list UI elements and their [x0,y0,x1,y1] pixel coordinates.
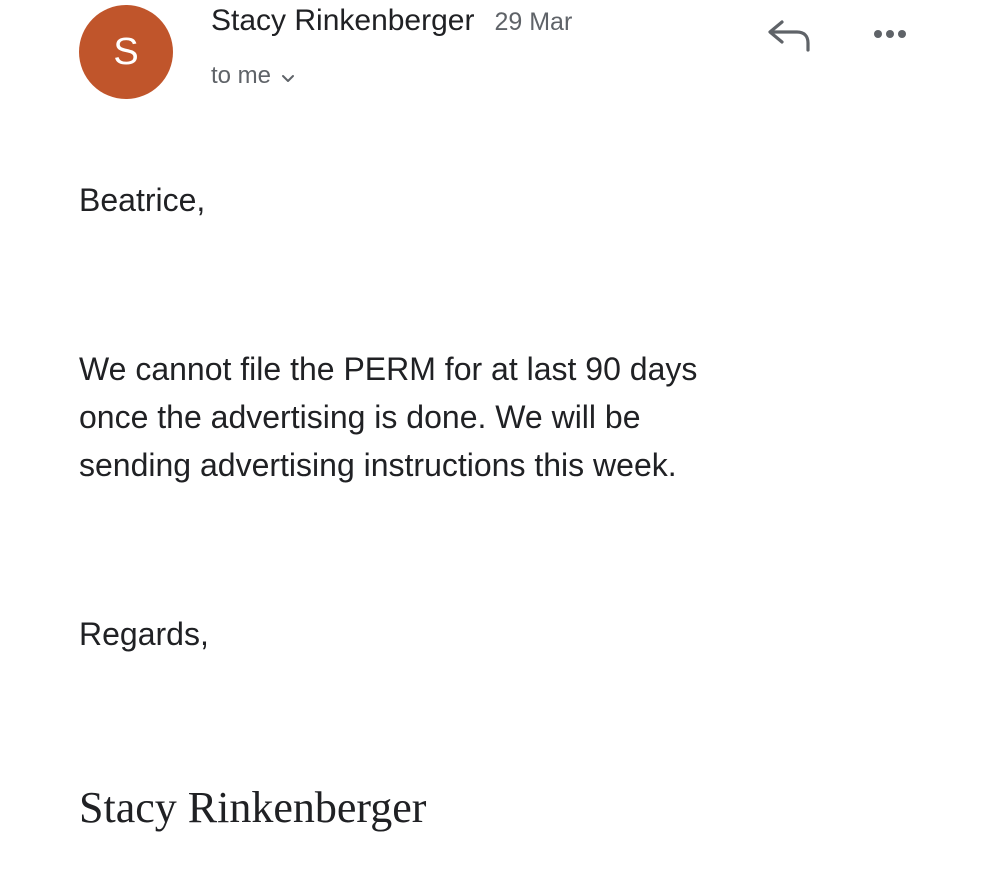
reply-button[interactable] [766,18,814,54]
chevron-down-icon [281,71,295,82]
recipient-details-toggle[interactable]: to me [211,62,295,90]
message-greeting: Beatrice, [79,182,206,218]
sender-name[interactable]: Stacy Rinkenberger [211,4,474,38]
email-signature: Stacy Rinkenberger [79,783,427,832]
sender-avatar[interactable]: S [79,5,173,99]
recipient-label: to me [211,62,272,89]
more-options-button[interactable] [870,22,916,46]
message-date: 29 Mar [494,8,573,36]
avatar-letter: S [113,31,139,73]
more-horizontal-icon [874,30,906,38]
message-paragraph: We cannot file the PERM for at last 90 d… [79,351,698,483]
message-closing: Regards, [79,616,209,652]
reply-icon [768,20,810,52]
sender-row: Stacy Rinkenberger 29 Mar [211,4,572,38]
